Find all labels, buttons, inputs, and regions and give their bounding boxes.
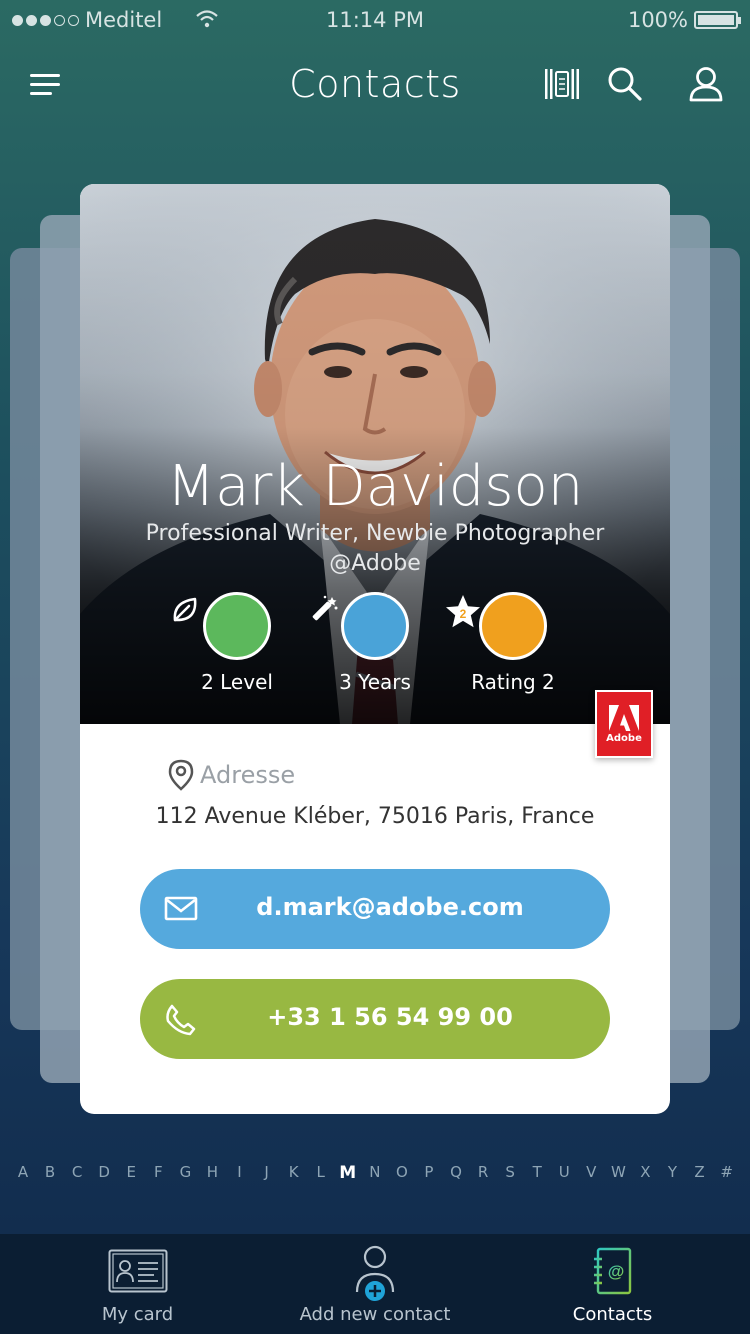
scan-card-icon[interactable] xyxy=(542,64,582,104)
alphabet-letter[interactable]: H xyxy=(199,1163,225,1183)
star-icon: 2 xyxy=(446,592,547,660)
adobe-logo-icon xyxy=(609,704,639,731)
company-logo[interactable]: Adobe xyxy=(595,690,653,758)
contact-company-handle: @Adobe xyxy=(329,551,421,576)
stat-rating-label: Rating 2 xyxy=(471,670,555,694)
stat-level[interactable]: 2 Level xyxy=(167,592,307,694)
alphabet-letter[interactable]: N xyxy=(362,1163,388,1183)
phone-button[interactable]: +33 1 56 54 99 00 xyxy=(140,979,610,1059)
contact-card[interactable]: Mark Davidson Professional Writer, Newbi… xyxy=(80,184,670,1114)
alphabet-letter[interactable]: U xyxy=(551,1163,577,1183)
alphabet-letter[interactable]: W xyxy=(605,1163,631,1183)
tab-add-contact[interactable]: Add new contact xyxy=(290,1234,460,1334)
alphabet-letter[interactable]: M xyxy=(335,1163,361,1183)
alphabet-letter[interactable]: E xyxy=(118,1163,144,1183)
alphabet-letter[interactable]: D xyxy=(91,1163,117,1183)
alphabet-letter[interactable]: J xyxy=(254,1163,280,1183)
email-address: d.mark@adobe.com xyxy=(256,893,524,921)
stat-level-label: 2 Level xyxy=(201,670,273,694)
stat-rating[interactable]: 2 Rating 2 xyxy=(443,592,583,694)
contact-job-title: Professional Writer, Newbie Photographer xyxy=(145,521,605,546)
tab-my-card-label: My card xyxy=(101,1304,174,1325)
contact-photo: Mark Davidson Professional Writer, Newbi… xyxy=(80,184,670,724)
contact-stats: 2 Level 3 Years 2 Rating 2 xyxy=(80,592,670,702)
alphabet-letter[interactable]: L xyxy=(308,1163,334,1183)
email-button[interactable]: d.mark@adobe.com xyxy=(140,869,610,949)
tab-my-card[interactable]: My card xyxy=(75,1234,200,1334)
address-book-icon: @ xyxy=(594,1247,632,1295)
search-icon[interactable] xyxy=(605,64,645,104)
magic-wand-icon xyxy=(312,592,409,660)
alphabet-letter[interactable]: X xyxy=(632,1163,658,1183)
alphabet-letter[interactable]: Q xyxy=(443,1163,469,1183)
svg-text:@: @ xyxy=(608,1262,625,1281)
stat-years[interactable]: 3 Years xyxy=(305,592,445,694)
address-label-text: Adresse xyxy=(200,761,296,789)
add-contact-icon xyxy=(355,1245,395,1303)
alphabet-letter[interactable]: O xyxy=(389,1163,415,1183)
alphabet-letter[interactable]: F xyxy=(145,1163,171,1183)
contact-subtitle: Professional Writer, Newbie Photographer… xyxy=(80,519,670,579)
id-card-icon xyxy=(108,1249,168,1293)
alphabet-letter[interactable]: G xyxy=(172,1163,198,1183)
alphabet-letter[interactable]: # xyxy=(714,1163,740,1183)
stat-years-label: 3 Years xyxy=(339,670,411,694)
alphabet-letter[interactable]: S xyxy=(497,1163,523,1183)
alphabet-letter[interactable]: T xyxy=(524,1163,550,1183)
alphabet-letter[interactable]: Y xyxy=(660,1163,686,1183)
contact-name: Mark Davidson xyxy=(166,454,584,519)
tab-bar: My card Add new contact @ Contacts xyxy=(0,1234,750,1334)
battery-percent: 100% xyxy=(627,8,688,32)
app-header: Contacts xyxy=(0,50,750,120)
tab-contacts-label: Contacts xyxy=(572,1304,653,1325)
tab-contacts[interactable]: @ Contacts xyxy=(555,1234,670,1334)
battery-indicator: 100% xyxy=(627,8,741,32)
alphabet-letter[interactable]: I xyxy=(227,1163,253,1183)
status-bar: Meditel 11:14 PM 100% xyxy=(0,0,750,40)
phone-number: +33 1 56 54 99 00 xyxy=(267,1003,513,1031)
alphabet-letter[interactable]: A xyxy=(10,1163,36,1183)
alphabet-letter[interactable]: C xyxy=(64,1163,90,1183)
address-label: Adresse xyxy=(168,759,295,791)
alphabet-index: A B C D E F G H I J K L M N O P Q R S T U V W X Y Z # xyxy=(10,1163,740,1183)
alphabet-letter[interactable]: K xyxy=(281,1163,307,1183)
alphabet-letter[interactable]: Z xyxy=(687,1163,713,1183)
tab-add-contact-label: Add new contact xyxy=(299,1304,451,1325)
address-value[interactable]: 112 Avenue Kléber, 75016 Paris, France xyxy=(80,804,670,829)
leaf-icon xyxy=(173,592,271,660)
company-logo-text: Adobe xyxy=(606,732,642,744)
profile-icon[interactable] xyxy=(686,64,726,104)
alphabet-letter[interactable]: R xyxy=(470,1163,496,1183)
alphabet-letter[interactable]: B xyxy=(37,1163,63,1183)
rating-badge-number: 2 xyxy=(460,607,467,621)
alphabet-letter[interactable]: P xyxy=(416,1163,442,1183)
location-pin-icon xyxy=(168,759,194,791)
alphabet-letter[interactable]: V xyxy=(578,1163,604,1183)
battery-icon xyxy=(694,11,741,29)
